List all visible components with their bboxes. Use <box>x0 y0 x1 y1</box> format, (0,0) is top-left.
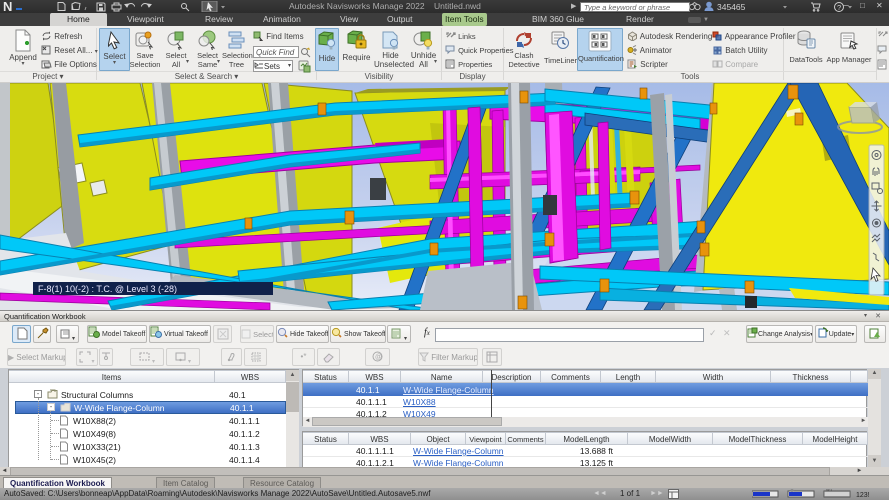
svg-text:123!: 123! <box>856 492 870 499</box>
svg-text:345465: 345465 <box>717 2 746 12</box>
svg-text:N: N <box>3 0 12 13</box>
svg-text:F-8(1) 10(-2) : T.C. @ Level 3: F-8(1) 10(-2) : T.C. @ Level 3 (-28) <box>38 284 177 294</box>
svg-text:@: @ <box>375 354 382 361</box>
svg-text:SET: SET <box>826 489 834 492</box>
svg-text:?: ? <box>837 3 841 12</box>
